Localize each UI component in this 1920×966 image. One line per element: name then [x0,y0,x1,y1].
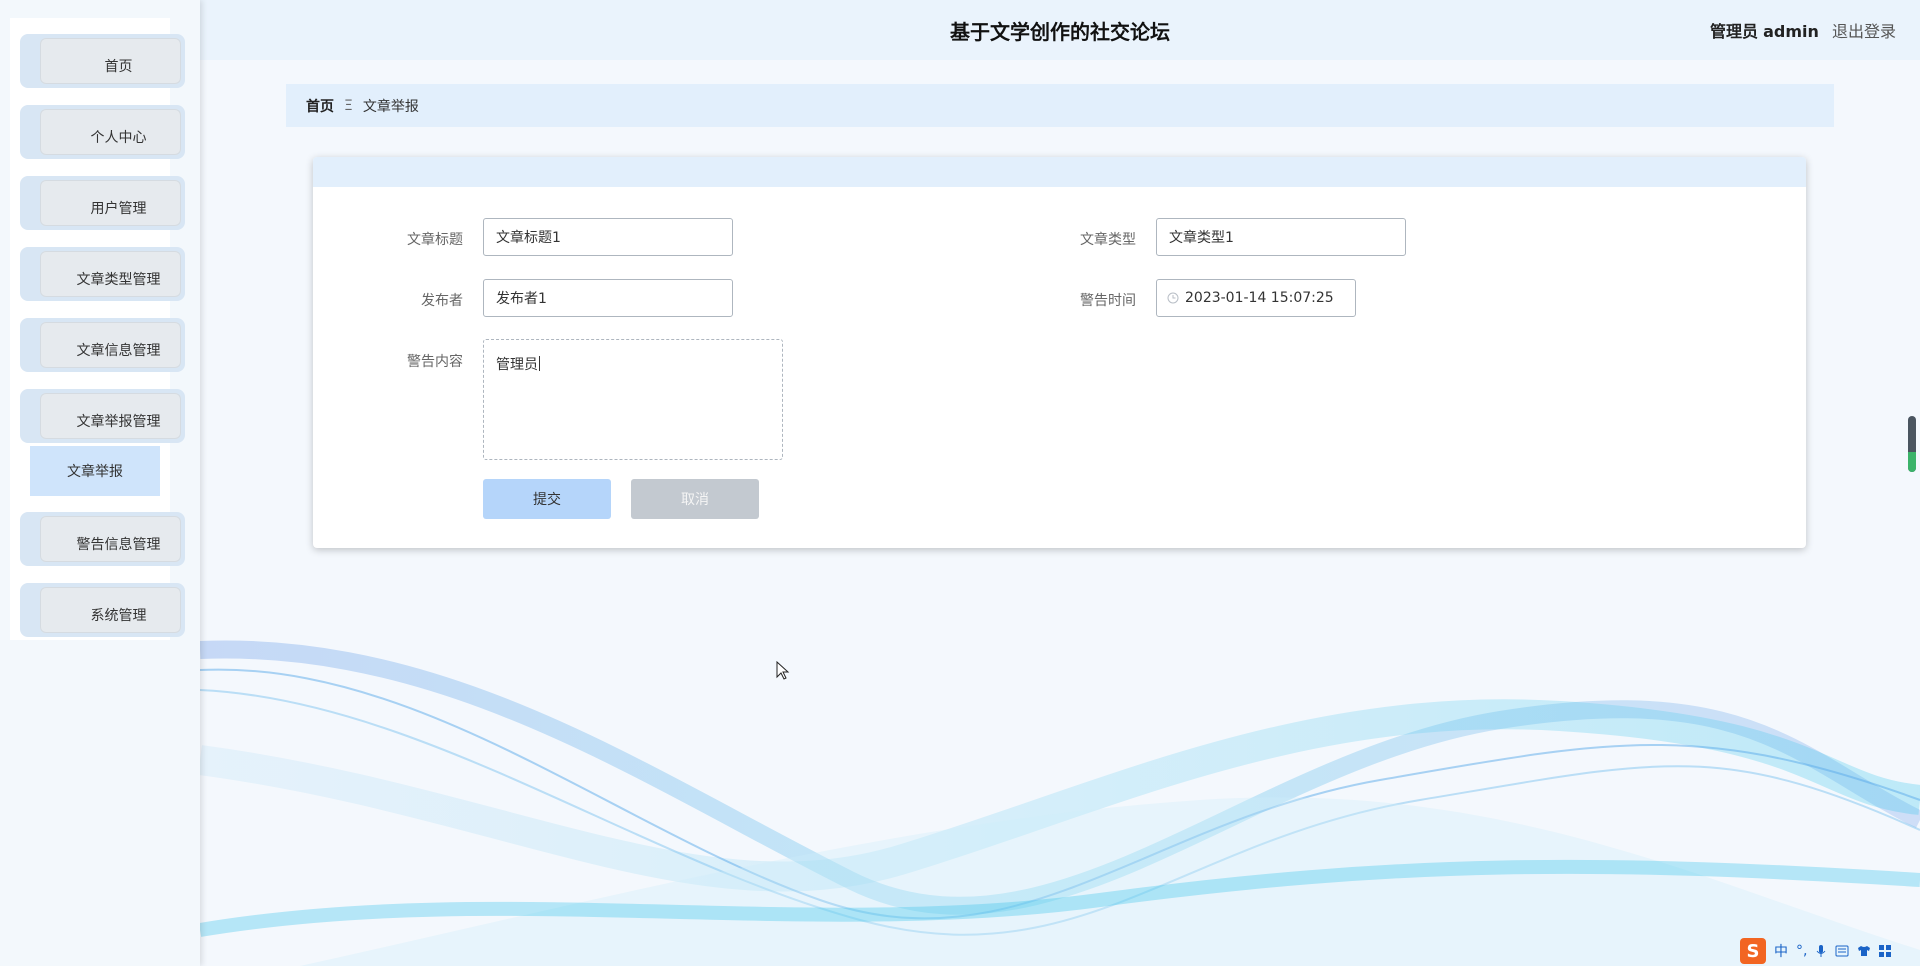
sidebar-item-home[interactable]: 首页 [20,34,185,88]
article-title-field[interactable]: 文章标题1 [483,218,733,256]
sidebar-item-label: 文章信息管理 [76,343,161,359]
publisher-label: 发布者 [421,293,463,309]
user-role: 管理员 [1709,22,1758,41]
sidebar-item-label: 警告信息管理 [76,537,161,553]
warn-time-value: 2023-01-14 15:07:25 [1185,290,1334,306]
card-header [313,157,1806,187]
sidebar-item-article-info[interactable]: 文章信息管理 [20,318,185,372]
sidebar-item-label: 文章类型管理 [76,272,161,288]
text-caret [539,356,540,371]
cancel-button[interactable]: 取消 [631,479,759,519]
article-type-label: 文章类型 [1080,232,1136,248]
sidebar-item-label: 个人中心 [90,130,147,146]
warn-content-value: 管理员 [496,357,538,373]
sidebar-item-article-types[interactable]: 文章类型管理 [20,247,185,301]
sidebar-item-profile[interactable]: 个人中心 [20,105,185,159]
breadcrumb-separator-icon: Ξ [344,97,353,114]
breadcrumb-home[interactable]: 首页 [306,96,334,116]
ime-logo-icon[interactable]: S [1740,938,1766,964]
breadcrumb: 首页 Ξ 文章举报 [286,84,1834,127]
sidebar-item-label: 首页 [104,59,133,75]
skin-shirt-icon[interactable] [1857,945,1871,957]
ime-punct-toggle[interactable]: °, [1796,943,1807,959]
sidebar-item-label: 用户管理 [90,201,147,217]
sidebar-item-users[interactable]: 用户管理 [20,176,185,230]
user-info: 管理员 admin 退出登录 [1710,18,1896,42]
breadcrumb-current: 文章举报 [362,98,419,115]
scrollbar-indicator [1908,452,1916,472]
toolbox-grid-icon[interactable] [1879,945,1892,957]
warn-time-picker[interactable]: 2023-01-14 15:07:25 [1156,279,1356,317]
clock-icon [1167,292,1179,304]
warn-content-textarea[interactable]: 管理员 [483,339,783,460]
report-form-card: 文章标题 文章标题1 文章类型 文章类型1 发布者 发布者1 警告时间 2023… [313,157,1806,548]
mouse-cursor-icon [776,661,790,680]
user-name: admin [1763,22,1819,41]
ime-mode-toggle[interactable]: 中 [1774,941,1788,961]
warn-content-label: 警告内容 [407,354,463,370]
sidebar-subitem-article-report[interactable]: 文章举报 [30,446,160,496]
article-type-field[interactable]: 文章类型1 [1156,218,1406,256]
ime-toolbar: S 中 °, [1740,936,1920,966]
sidebar-item-system[interactable]: 系统管理 [20,583,185,637]
page-title: 基于文学创作的社交论坛 [950,20,1170,44]
microphone-icon[interactable] [1815,944,1827,958]
sidebar: 首页 个人中心 用户管理 文章类型管理 文章信息管理 文章举报管理 文章举报 警… [0,0,200,966]
logout-link[interactable]: 退出登录 [1832,22,1896,41]
sidebar-item-label: 文章举报管理 [76,414,161,430]
sidebar-item-warnings[interactable]: 警告信息管理 [20,512,185,566]
publisher-field[interactable]: 发布者1 [483,279,733,317]
keyboard-icon[interactable] [1835,945,1849,957]
warn-time-label: 警告时间 [1080,293,1136,309]
sidebar-item-article-reports[interactable]: 文章举报管理 [20,389,185,443]
sidebar-item-label: 系统管理 [90,608,147,624]
top-header: 基于文学创作的社交论坛 管理员 admin 退出登录 [200,0,1920,60]
article-title-label: 文章标题 [407,232,463,248]
submit-button[interactable]: 提交 [483,479,611,519]
